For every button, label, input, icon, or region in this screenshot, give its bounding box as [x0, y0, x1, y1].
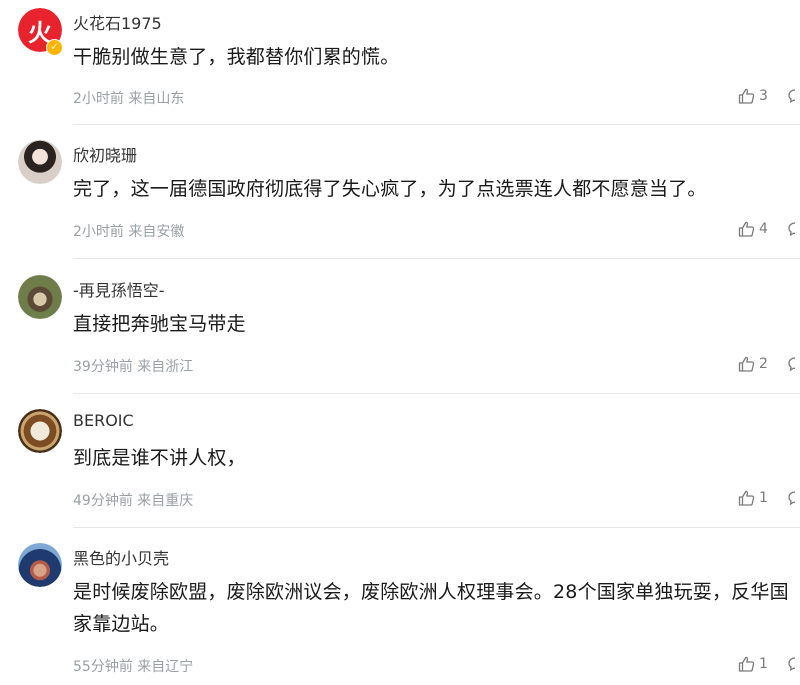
avatar-photo — [18, 409, 62, 453]
comment-time: 55分钟前 — [73, 659, 133, 675]
avatar-photo — [18, 275, 62, 319]
avatar[interactable] — [18, 140, 62, 184]
verified-badge-icon: ✓ — [46, 39, 63, 56]
divider — [73, 393, 800, 394]
comment-meta: 55分钟前 来自辽宁 — [73, 656, 193, 676]
comment-location: 来自辽宁 — [137, 659, 194, 675]
divider — [73, 527, 800, 528]
like-count: 2 — [759, 356, 768, 372]
thumbs-up-icon — [738, 356, 755, 372]
avatar[interactable] — [18, 275, 62, 319]
comment-meta: 49分钟前 来自重庆 — [73, 490, 193, 510]
comment-icon[interactable] — [788, 657, 800, 671]
like-button[interactable]: 4 — [738, 221, 768, 237]
like-button[interactable]: 3 — [738, 88, 768, 104]
comment-time: 2小时前 — [73, 224, 124, 240]
username[interactable]: 黑色的小贝壳 — [73, 545, 169, 569]
username[interactable]: 火花石1975 — [73, 10, 162, 34]
like-button[interactable]: 1 — [738, 656, 768, 672]
username[interactable]: 欣初晓珊 — [73, 142, 137, 166]
avatar-photo — [18, 543, 62, 587]
thumbs-up-icon — [738, 88, 755, 104]
like-button[interactable]: 2 — [738, 356, 768, 372]
comment-icon[interactable] — [788, 357, 800, 371]
comment-meta: 2小时前 来自山东 — [73, 88, 184, 108]
username[interactable]: -再見孫悟空- — [73, 277, 165, 301]
like-count: 1 — [759, 490, 768, 506]
comment-icon[interactable] — [788, 89, 800, 103]
comment-time: 39分钟前 — [73, 359, 133, 375]
comment-text: 完了，这一届德国政府彻底得了失心疯了，为了点选票连人都不愿意当了。 — [73, 178, 707, 200]
comment-text: 干脆别做生意了，我都替你们累的慌。 — [73, 46, 400, 68]
comment-text: 直接把奔驰宝马带走 — [73, 313, 246, 335]
like-count: 4 — [759, 221, 768, 237]
divider — [73, 124, 800, 125]
comment-icon[interactable] — [788, 491, 800, 505]
comment-location: 来自安徽 — [128, 224, 185, 240]
like-button[interactable]: 1 — [738, 490, 768, 506]
like-count: 1 — [759, 656, 768, 672]
avatar-photo — [18, 140, 62, 184]
comment-icon[interactable] — [788, 222, 800, 236]
comment-meta: 39分钟前 来自浙江 — [73, 356, 193, 376]
comment-location: 来自浙江 — [137, 359, 194, 375]
username[interactable]: BEROIC — [73, 411, 134, 430]
avatar[interactable] — [18, 409, 62, 453]
comment-time: 2小时前 — [73, 91, 124, 107]
comment-text: 到底是谁不讲人权， — [73, 447, 246, 469]
comment-time: 49分钟前 — [73, 493, 133, 509]
thumbs-up-icon — [738, 490, 755, 506]
comment-text: 是时候废除欧盟，废除欧洲议会，废除欧洲人权理事会。28个国家单独玩耍，反华国家靠… — [73, 581, 789, 635]
comment-meta: 2小时前 来自安徽 — [73, 221, 184, 241]
divider — [73, 258, 800, 259]
comment-location: 来自重庆 — [137, 493, 194, 509]
comment-location: 来自山东 — [128, 91, 185, 107]
like-count: 3 — [759, 88, 768, 104]
avatar[interactable] — [18, 543, 62, 587]
thumbs-up-icon — [738, 656, 755, 672]
thumbs-up-icon — [738, 221, 755, 237]
